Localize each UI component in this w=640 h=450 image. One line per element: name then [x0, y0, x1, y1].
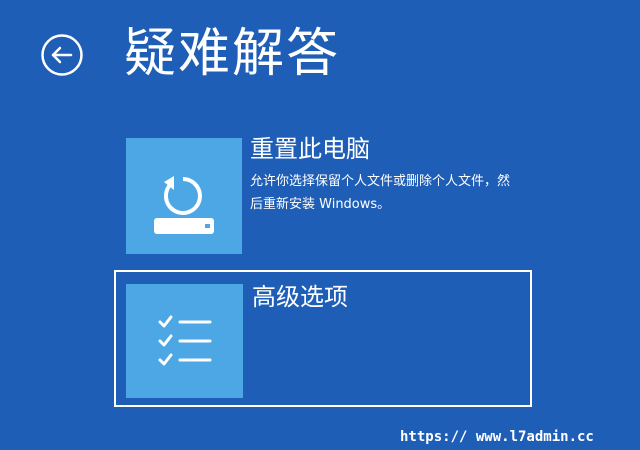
back-arrow-icon	[41, 34, 83, 76]
advanced-options-option[interactable]: 高级选项	[114, 270, 532, 407]
reset-pc-icon	[154, 176, 214, 234]
checklist-icon	[158, 315, 212, 366]
watermark: https:// www.l7admin.cc	[400, 429, 594, 445]
reset-pc-tile	[126, 138, 242, 254]
back-button[interactable]	[40, 33, 84, 77]
reset-pc-description: 允许你选择保留个人文件或删除个人文件，然后重新安装 Windows。	[250, 174, 511, 212]
page-title: 疑难解答	[124, 24, 341, 84]
advanced-options-tile	[126, 284, 243, 398]
reset-pc-option[interactable]: 重置此电脑 允许你选择保留个人文件或删除个人文件，然后重新安装 Windows。	[114, 126, 534, 254]
reset-pc-title: 重置此电脑	[250, 135, 370, 163]
advanced-options-title: 高级选项	[252, 283, 348, 311]
